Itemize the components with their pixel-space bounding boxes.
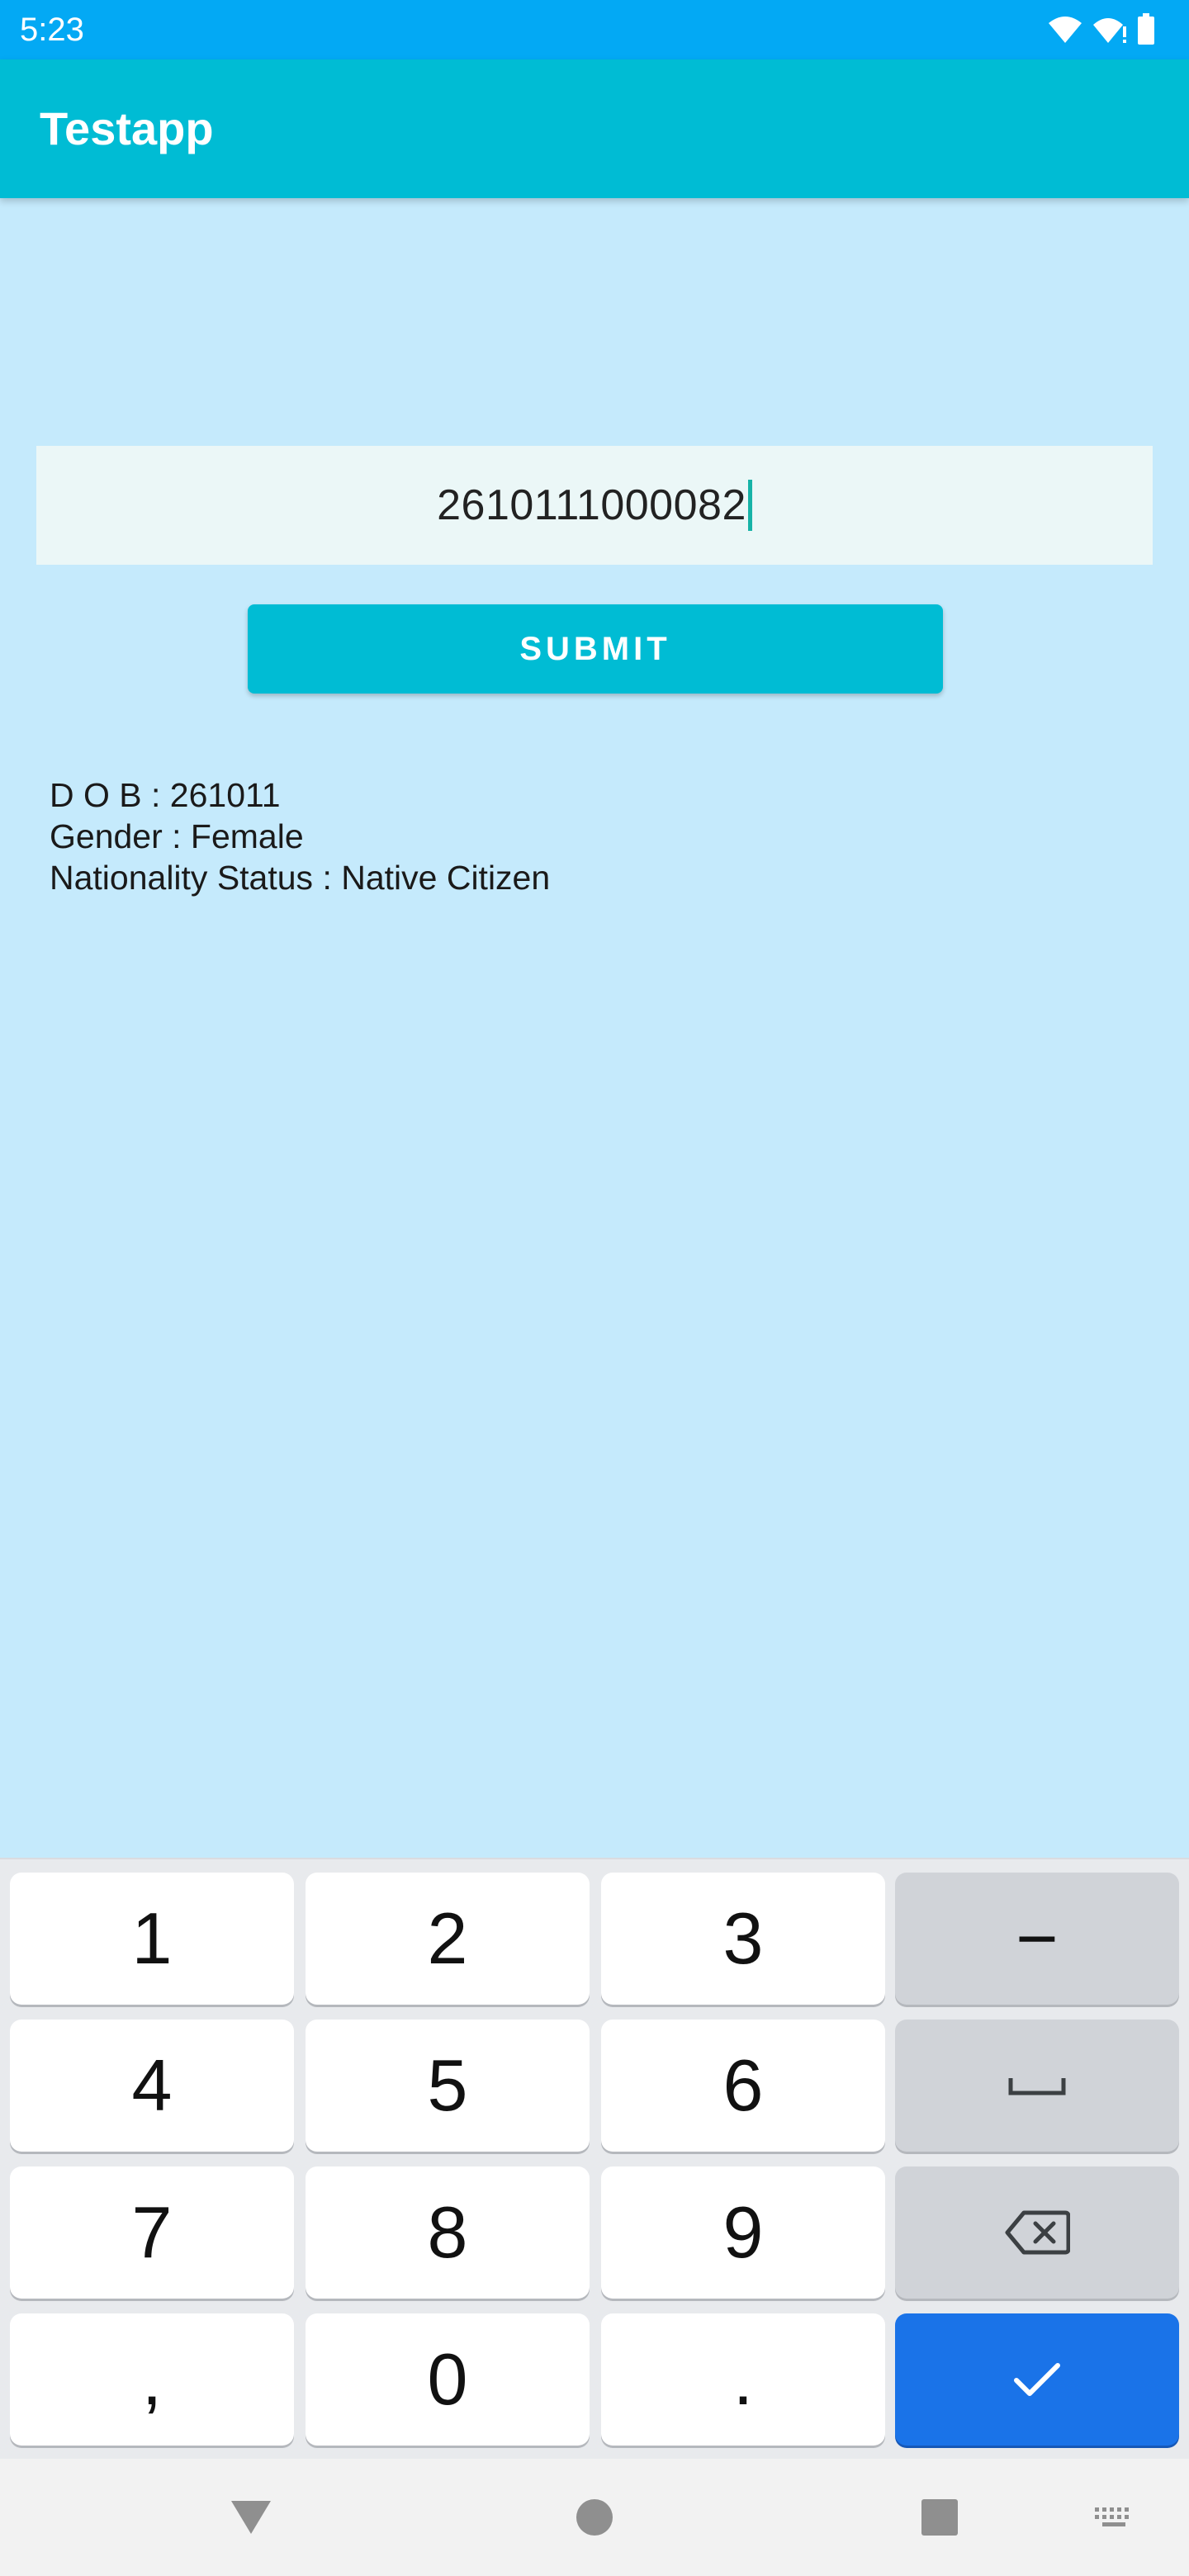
id-number-input[interactable]: 2610111000082	[36, 446, 1153, 565]
nav-recents-button[interactable]	[900, 2459, 979, 2576]
id-input-value: 2610111000082	[437, 481, 746, 529]
recents-square-icon	[921, 2499, 958, 2536]
key-dash[interactable]: −	[895, 1873, 1179, 2005]
space-icon	[1008, 2078, 1066, 2095]
numeric-keyboard: 1 2 3 − 4 5 6 7 8 9 , 0 .	[0, 1858, 1189, 2459]
result-panel: D O B : 261011 Gender : Female Nationali…	[50, 774, 550, 898]
key-2[interactable]: 2	[306, 1873, 590, 2005]
key-3[interactable]: 3	[601, 1873, 885, 2005]
key-4[interactable]: 4	[10, 2020, 294, 2152]
battery-icon	[1138, 13, 1154, 45]
key-5[interactable]: 5	[306, 2020, 590, 2152]
nationality-text: Nationality Status : Native Citizen	[50, 859, 551, 897]
key-1[interactable]: 1	[10, 1873, 294, 2005]
home-circle-icon	[576, 2499, 613, 2536]
key-backspace[interactable]	[895, 2166, 1179, 2299]
status-icons	[1047, 12, 1156, 48]
text-caret	[747, 480, 752, 531]
status-bar: 5:23	[0, 0, 1189, 59]
key-done[interactable]	[895, 2313, 1179, 2446]
gender-text: Gender : Female	[50, 817, 304, 855]
key-6[interactable]: 6	[601, 2020, 885, 2152]
key-period[interactable]: .	[601, 2313, 885, 2446]
key-8[interactable]: 8	[306, 2166, 590, 2299]
nav-keyboard-switch-button[interactable]	[1085, 2459, 1143, 2576]
nav-home-button[interactable]	[555, 2459, 634, 2576]
key-7[interactable]: 7	[10, 2166, 294, 2299]
app-title: Testapp	[40, 102, 214, 154]
signal-icon	[1093, 18, 1126, 43]
keyboard-switch-icon	[1095, 2507, 1129, 2526]
dob-text: D O B : 261011	[50, 776, 281, 814]
key-9[interactable]: 9	[601, 2166, 885, 2299]
backspace-icon	[1005, 2210, 1070, 2255]
nav-back-button[interactable]	[211, 2459, 291, 2576]
submit-button[interactable]: SUBMIT	[248, 604, 943, 694]
wifi-icon	[1049, 17, 1082, 43]
checkmark-icon	[1014, 2363, 1060, 2396]
key-comma[interactable]: ,	[10, 2313, 294, 2446]
status-time: 5:23	[20, 12, 84, 48]
app-bar: Testapp	[0, 59, 1189, 198]
key-space[interactable]	[895, 2020, 1179, 2152]
back-triangle-icon	[231, 2501, 271, 2534]
key-0[interactable]: 0	[306, 2313, 590, 2446]
navigation-bar	[0, 2459, 1189, 2576]
